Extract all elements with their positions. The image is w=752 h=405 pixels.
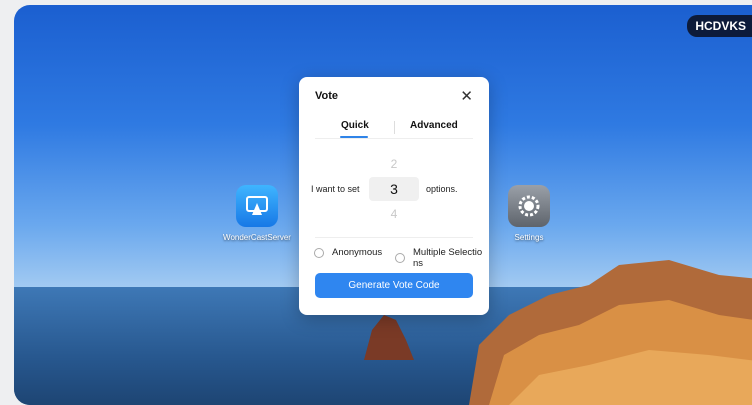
- dialog-title: Vote: [315, 90, 339, 102]
- wondercastserver-app[interactable]: WonderCastServer: [217, 185, 297, 242]
- multiple-selection-radio[interactable]: [395, 253, 405, 263]
- multiple-selection-option[interactable]: Multiple Selectio ns: [395, 247, 485, 269]
- anonymous-radio[interactable]: [314, 247, 324, 258]
- picker-current-value[interactable]: 3: [369, 177, 419, 201]
- picker-prev-value[interactable]: 2: [299, 157, 489, 171]
- generate-vote-code-button[interactable]: Generate Vote Code: [315, 273, 473, 298]
- option-count-picker: I want to set 3 options.: [311, 176, 481, 202]
- picker-next-value[interactable]: 4: [299, 207, 489, 221]
- tab-divider: [394, 121, 395, 134]
- tab-advanced[interactable]: Advanced: [410, 120, 458, 131]
- settings-app[interactable]: Settings: [489, 185, 569, 242]
- cliff-illustration: [469, 260, 752, 405]
- multiple-selection-label: Multiple Selectio ns: [413, 247, 483, 269]
- app-label: WonderCastServer: [223, 233, 291, 242]
- tab-quick[interactable]: Quick: [341, 120, 369, 131]
- app-label: Settings: [514, 233, 544, 242]
- picker-prefix: I want to set: [311, 184, 360, 194]
- rock-islet: [364, 315, 414, 360]
- options-divider: [315, 237, 473, 238]
- anonymous-label: Anonymous: [332, 247, 383, 258]
- picker-suffix: options.: [426, 184, 458, 194]
- anonymous-option[interactable]: Anonymous: [314, 247, 382, 258]
- gear-icon: [508, 185, 550, 227]
- tab-bar-divider: [315, 138, 473, 139]
- cast-icon: [236, 185, 278, 227]
- room-code-badge: HCDVKS: [687, 15, 752, 37]
- vote-dialog: Vote ✕ Quick Advanced 2 I want to set 3 …: [299, 77, 489, 315]
- close-icon[interactable]: ✕: [460, 87, 473, 105]
